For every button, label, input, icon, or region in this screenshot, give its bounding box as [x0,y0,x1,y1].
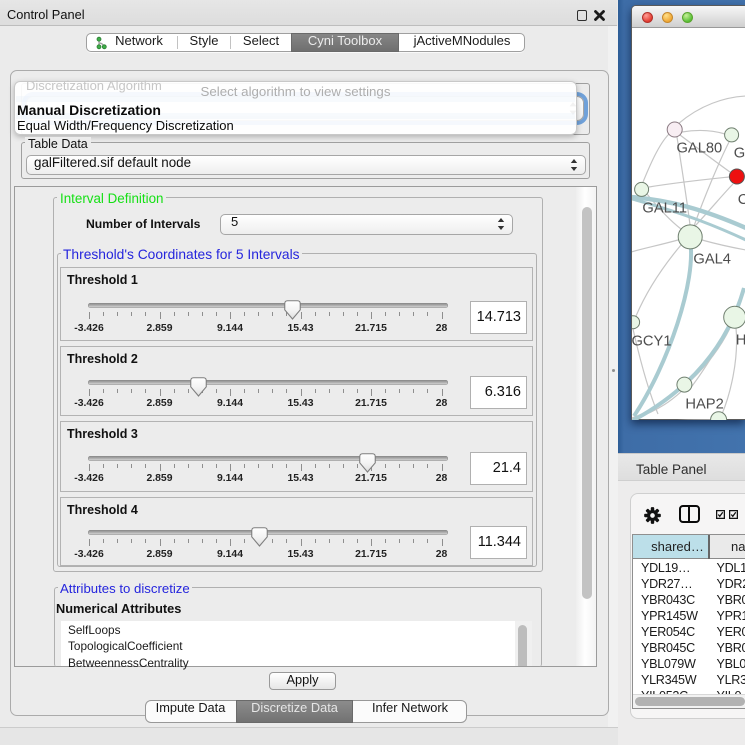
svg-text:GCY1: GCY1 [632,333,672,349]
svg-text:GAL4: GAL4 [693,252,731,268]
svg-text:C: C [738,192,745,208]
svg-text:GAL11: GAL11 [642,201,687,217]
svg-text:GAL80: GAL80 [677,140,723,156]
svg-text:HAP2: HAP2 [685,397,723,413]
svg-text:GA: GA [734,146,745,162]
svg-text:H: H [736,332,745,348]
